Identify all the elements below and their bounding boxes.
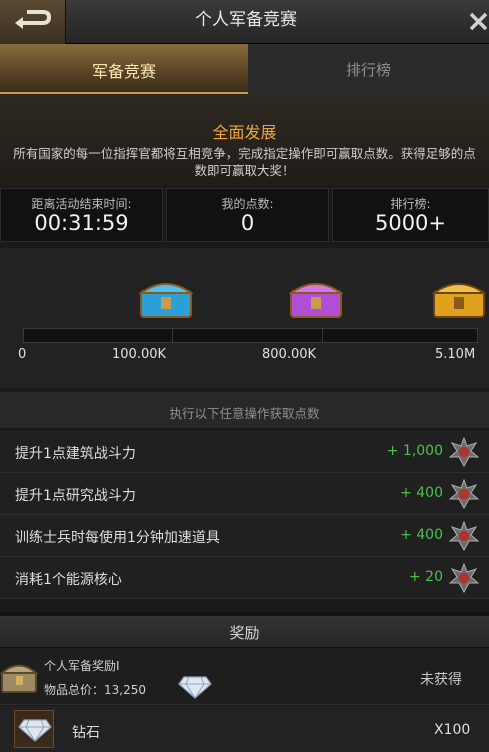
task-row[interactable]: 提升1点研究战斗力 + 400 xyxy=(0,473,489,515)
event-description: 所有国家的每一位指挥官都将互相竞争，完成指定操作即可赢取点数。获得足够的点数即可… xyxy=(13,146,476,178)
milestone-divider xyxy=(322,328,323,343)
rank-stat: 排行榜: 5000+ xyxy=(332,188,489,242)
task-label: 训练士兵时每使用1分钟加速道具 xyxy=(15,530,220,546)
event-title: 全面发展 xyxy=(212,123,277,142)
reward-total-value: 物品总价：13,250 xyxy=(44,683,146,697)
time-remaining-stat: 距离活动结束时间: 00:31:59 xyxy=(0,188,163,242)
milestone-area xyxy=(0,248,489,388)
tab-leaderboard[interactable]: 排行榜 xyxy=(248,44,489,94)
milestone-label: 100.00K xyxy=(112,347,167,362)
task-row[interactable]: 消耗1个能源核心 + 20 xyxy=(0,557,489,599)
blue-chest-icon[interactable] xyxy=(137,277,195,319)
my-points-stat: 我的点数: 0 xyxy=(166,188,329,242)
task-points: + 20 xyxy=(409,569,443,585)
stat-label: 我的点数: xyxy=(221,197,274,211)
page-title: 个人军备竞赛 xyxy=(195,10,297,30)
rewards-heading: 奖励 xyxy=(0,616,489,648)
task-points: + 1,000 xyxy=(386,443,443,459)
item-quantity: X100 xyxy=(434,722,471,738)
stat-value: 0 xyxy=(240,211,255,235)
tasks-heading: 执行以下任意操作获取点数 xyxy=(0,392,489,428)
reward-name: 个人军备奖励I xyxy=(44,659,120,673)
milestone-label: 0 xyxy=(18,347,27,362)
tab-arms-race[interactable]: 军备竞赛 xyxy=(0,44,248,94)
close-button[interactable] xyxy=(460,4,489,38)
purple-chest-icon[interactable] xyxy=(287,277,345,319)
reward-chest-icon xyxy=(0,664,38,693)
close-icon xyxy=(469,12,488,31)
reward-status: 未获得 xyxy=(420,672,462,688)
stat-value: 00:31:59 xyxy=(34,211,129,235)
tasks-heading-text: 执行以下任意操作获取点数 xyxy=(169,406,320,421)
tab-label: 军备竞赛 xyxy=(91,62,156,81)
points-progress-bar xyxy=(23,328,478,343)
rank-badge-icon[interactable] xyxy=(449,521,479,551)
rank-badge-icon[interactable] xyxy=(449,437,479,467)
item-frame xyxy=(14,710,54,748)
tab-bar: 军备竞赛 排行榜 xyxy=(0,44,489,94)
rewards-heading-text: 奖励 xyxy=(229,624,260,642)
diamond-icon xyxy=(18,719,52,742)
milestone-label: 5.10M xyxy=(435,347,476,362)
task-points: + 400 xyxy=(400,527,443,543)
stat-value: 5000+ xyxy=(374,211,447,235)
stat-label: 距离活动结束时间: xyxy=(31,197,132,211)
back-button[interactable] xyxy=(0,0,66,44)
tab-label: 排行榜 xyxy=(345,61,391,79)
task-row[interactable]: 提升1点建筑战斗力 + 1,000 xyxy=(0,431,489,473)
gold-chest-icon[interactable] xyxy=(430,277,488,319)
task-label: 提升1点研究战斗力 xyxy=(15,488,136,504)
task-row[interactable]: 训练士兵时每使用1分钟加速道具 + 400 xyxy=(0,515,489,557)
milestone-divider xyxy=(172,328,173,343)
rank-badge-icon[interactable] xyxy=(449,563,479,593)
task-label: 提升1点建筑战斗力 xyxy=(15,446,136,462)
back-arrow-icon xyxy=(15,10,52,29)
task-points: + 400 xyxy=(400,485,443,501)
stat-label: 排行榜: xyxy=(390,197,431,211)
item-name: 钻石 xyxy=(72,725,100,741)
task-label: 消耗1个能源核心 xyxy=(15,572,122,588)
milestone-label: 800.00K xyxy=(262,347,317,362)
rank-badge-icon[interactable] xyxy=(449,479,479,509)
diamond-icon xyxy=(178,676,212,699)
